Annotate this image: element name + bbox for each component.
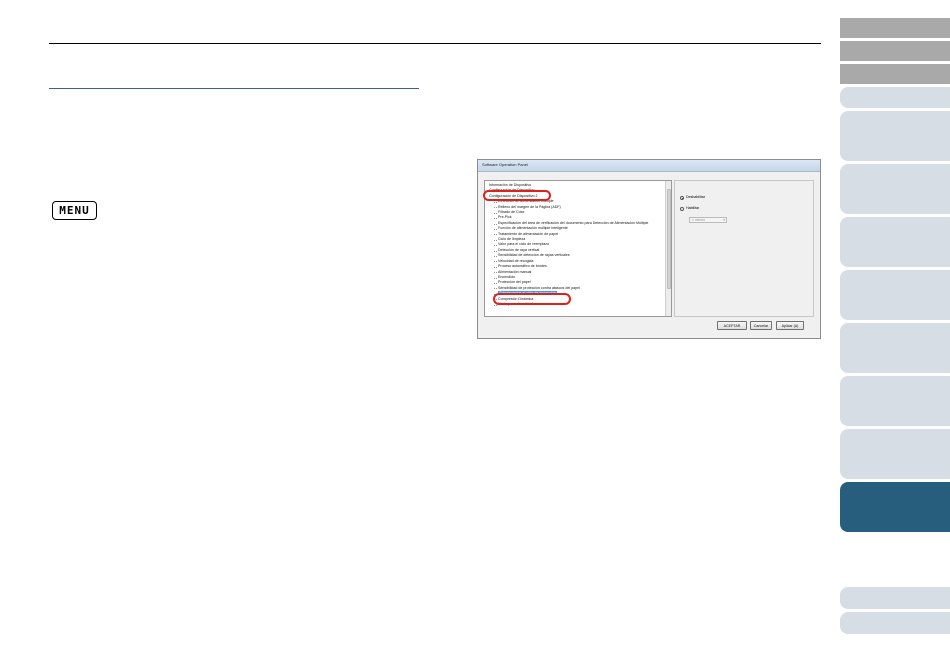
highlight-overscan-item [493,293,571,305]
page-top-rule [49,43,821,44]
tree-items: Información de Dispositivo Configuración … [486,183,662,307]
section-divider [49,88,419,89]
cancel-button[interactable]: Cancelar [750,321,772,330]
disable-radio-icon[interactable] [680,195,684,200]
software-operation-panel-screenshot: Software Operation Panel Información de … [477,159,821,339]
tree-item-label: Información de Dispositivo [489,183,532,187]
nav-tab-7[interactable] [840,217,950,267]
tree-item-label: Función de alimentación múltiple intelig… [498,226,568,231]
nav-tab-9[interactable] [840,323,950,373]
enable-radio-icon[interactable] [680,206,684,211]
enable-option[interactable]: Habilitar [680,206,699,211]
nav-tab-10[interactable] [840,376,950,426]
apply-button[interactable]: Aplicar (A) [776,321,804,330]
nav-tab-bottom-1[interactable] [840,587,950,609]
nav-tab-8[interactable] [840,270,950,320]
tree-item-label: Velocidad de recogida [498,258,534,263]
nav-tab-5[interactable] [840,111,950,161]
tree-item-label: Encendido [498,274,515,279]
nav-tab-11[interactable] [840,429,950,479]
tree-item-label: Tratamiento de alimentación de papel [498,231,558,236]
menu-icon-label: MENU [59,204,90,217]
tree-item-label: Pre-Pick [498,215,512,220]
tree-item-label: Filtrado de Color [498,210,525,215]
tree-scrollbar[interactable] [665,181,671,316]
tree-item-label: Detección de raya vertical [498,247,540,252]
tree-item-label: Proceso automático de bordes [498,264,547,269]
disable-option-label: Deshabilitar [686,195,705,199]
enable-option-label: Habilitar [686,206,700,210]
nav-tab-bottom-2[interactable] [840,612,950,634]
nav-tab-3[interactable] [840,64,950,84]
tree-item-label: Protección del papel [498,280,531,285]
menu-icon: MENU [52,201,97,220]
nav-tab-1[interactable] [840,18,950,38]
tree-item-label: Sensibilidad de protección contra atasco… [498,285,580,290]
settings-panel: Deshabilitar Habilitar 1 minuto [674,180,814,317]
nav-tab-6[interactable] [840,164,950,214]
tree-item-label: Especificación del área de verificación … [498,220,649,225]
tree-item-label: Ciclo de limpieza [498,237,526,242]
nav-tab-active[interactable] [840,482,950,532]
highlight-device-setting-2 [483,190,551,201]
tree-item-label: Sensibilidad de detección de rayas verti… [498,253,570,258]
tree-scroll-thumb[interactable] [667,189,671,289]
dialog-titlebar: Software Operation Panel [478,160,820,172]
dialog-title: Software Operation Panel [482,162,528,167]
nav-tab-2[interactable] [840,41,950,61]
tree-item-label: Valor para el ciclo de reemplazo [498,242,550,247]
disable-option[interactable]: Deshabilitar [680,195,705,200]
ok-button[interactable]: ACEPTAR [717,321,747,330]
tree-item-label: Relleno del margen de la Página (ADF) [498,204,561,209]
interval-select[interactable]: 1 minuto [689,217,727,223]
nav-tab-4[interactable] [840,87,950,108]
tree-item-label: Alimentación manual [498,269,532,274]
